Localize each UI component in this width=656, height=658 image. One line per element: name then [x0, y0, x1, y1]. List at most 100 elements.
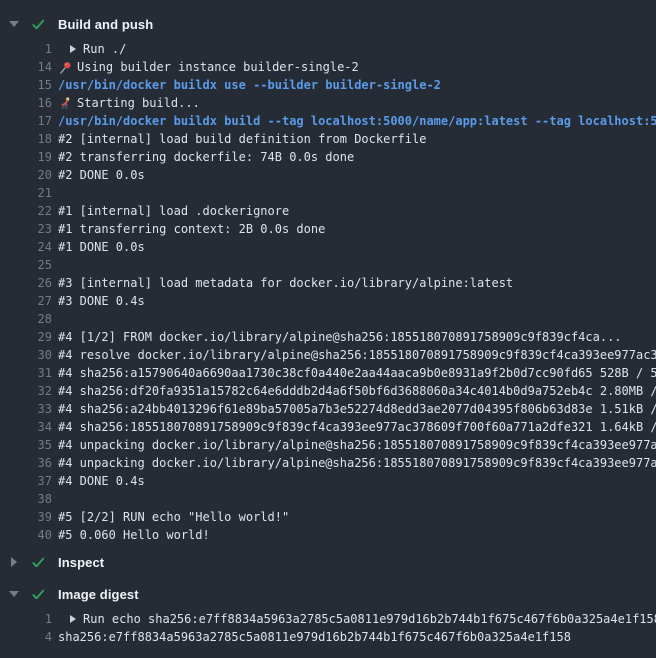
line-number[interactable]: 35 — [0, 436, 52, 454]
section-log-body: 1 Run ./ 14 Using builder instance build… — [0, 40, 656, 544]
line-number[interactable]: 1 — [0, 610, 52, 628]
line-number[interactable]: 36 — [0, 454, 52, 472]
log-line-text: #4 sha256:a15790640a6690aa1730c38cf0a440… — [58, 364, 656, 382]
log-line[interactable]: 39 #5 [2/2] RUN echo "Hello world!" — [0, 508, 656, 526]
line-number[interactable]: 16 — [0, 94, 52, 112]
line-number[interactable]: 27 — [0, 292, 52, 310]
check-icon — [30, 554, 46, 570]
log-line-string: Using builder instance builder-single-2 — [77, 58, 359, 76]
line-number[interactable]: 24 — [0, 238, 52, 256]
chevron-right-icon[interactable] — [8, 556, 20, 568]
log-line[interactable]: 28 — [0, 310, 656, 328]
play-icon[interactable] — [70, 615, 76, 623]
log-line-string: #4 resolve docker.io/library/alpine@sha2… — [58, 346, 656, 364]
log-line-string: #4 [1/2] FROM docker.io/library/alpine@s… — [58, 328, 622, 346]
log-line[interactable]: 31 #4 sha256:a15790640a6690aa1730c38cf0a… — [0, 364, 656, 382]
line-number[interactable]: 18 — [0, 130, 52, 148]
log-line[interactable]: 21 — [0, 184, 656, 202]
line-number[interactable]: 19 — [0, 148, 52, 166]
log-line-string: sha256:e7ff8834a5963a2785c5a0811e979d16b… — [58, 628, 571, 646]
log-line-text: #4 DONE 0.4s — [58, 472, 145, 490]
log-line-string: Starting build... — [77, 94, 200, 112]
log-line[interactable]: 35 #4 unpacking docker.io/library/alpine… — [0, 436, 656, 454]
log-line[interactable]: 22 #1 [internal] load .dockerignore — [0, 202, 656, 220]
line-number[interactable]: 30 — [0, 346, 52, 364]
line-number[interactable]: 28 — [0, 310, 52, 328]
line-number[interactable]: 22 — [0, 202, 52, 220]
log-line[interactable]: 29 #4 [1/2] FROM docker.io/library/alpin… — [0, 328, 656, 346]
log-line[interactable]: 40 #5 0.060 Hello world! — [0, 526, 656, 544]
play-icon[interactable] — [70, 45, 76, 53]
log-line-string: #2 [internal] load build definition from… — [58, 130, 426, 148]
log-line[interactable]: 23 #1 transferring context: 2B 0.0s done — [0, 220, 656, 238]
line-number[interactable]: 39 — [0, 508, 52, 526]
log-line[interactable]: 15 /usr/bin/docker buildx use --builder … — [0, 76, 656, 94]
log-line[interactable]: 36 #4 unpacking docker.io/library/alpine… — [0, 454, 656, 472]
log-line[interactable]: 25 — [0, 256, 656, 274]
line-number[interactable]: 17 — [0, 112, 52, 130]
log-line[interactable]: 17 /usr/bin/docker buildx build --tag lo… — [0, 112, 656, 130]
log-section-image-digest: Image digest 1 Run echo sha256:e7ff8834a… — [0, 582, 656, 646]
log-line[interactable]: 34 #4 sha256:185518070891758909c9f839cf4… — [0, 418, 656, 436]
log-line[interactable]: 37 #4 DONE 0.4s — [0, 472, 656, 490]
log-line-string: #3 DONE 0.4s — [58, 292, 145, 310]
line-number[interactable]: 15 — [0, 76, 52, 94]
log-line-text: #1 [internal] load .dockerignore — [58, 202, 289, 220]
log-line-string: #4 sha256:a24bb4013296f61e89ba57005a7b3e… — [58, 400, 656, 418]
line-number[interactable]: 1 — [0, 40, 52, 58]
line-number[interactable]: 31 — [0, 364, 52, 382]
check-icon — [30, 586, 46, 602]
line-number[interactable]: 21 — [0, 184, 52, 202]
log-line-string: Run ./ — [83, 40, 126, 58]
log-line-text: #1 transferring context: 2B 0.0s done — [58, 220, 325, 238]
line-number[interactable]: 37 — [0, 472, 52, 490]
section-header-image-digest[interactable]: Image digest — [0, 582, 656, 606]
line-number[interactable]: 23 — [0, 220, 52, 238]
chevron-down-icon[interactable] — [8, 588, 20, 600]
chevron-down-icon[interactable] — [8, 18, 20, 30]
log-line[interactable]: 27 #3 DONE 0.4s — [0, 292, 656, 310]
log-line[interactable]: 38 — [0, 490, 656, 508]
section-title: Build and push — [58, 17, 153, 32]
log-line[interactable]: 24 #1 DONE 0.0s — [0, 238, 656, 256]
line-number[interactable]: 34 — [0, 418, 52, 436]
line-number[interactable]: 33 — [0, 400, 52, 418]
log-line[interactable]: 19 #2 transferring dockerfile: 74B 0.0s … — [0, 148, 656, 166]
log-line[interactable]: 1 Run echo sha256:e7ff8834a5963a2785c5a0… — [0, 610, 656, 628]
section-title: Image digest — [58, 587, 139, 602]
section-header-inspect[interactable]: Inspect — [0, 550, 656, 574]
log-line-text: #4 [1/2] FROM docker.io/library/alpine@s… — [58, 328, 622, 346]
workflow-log-viewer: Build and push 1 Run ./ 14 Using builder… — [0, 0, 656, 658]
log-line[interactable]: 18 #2 [internal] load build definition f… — [0, 130, 656, 148]
line-number[interactable]: 14 — [0, 58, 52, 76]
log-line[interactable]: 30 #4 resolve docker.io/library/alpine@s… — [0, 346, 656, 364]
runner-icon — [58, 96, 72, 110]
section-header-build-and-push[interactable]: Build and push — [0, 12, 656, 36]
log-line-text: #4 sha256:185518070891758909c9f839cf4ca3… — [58, 418, 656, 436]
line-number[interactable]: 25 — [0, 256, 52, 274]
line-number[interactable]: 4 — [0, 628, 52, 646]
line-number[interactable]: 32 — [0, 382, 52, 400]
log-line-text: #4 sha256:a24bb4013296f61e89ba57005a7b3e… — [58, 400, 656, 418]
log-line-text: #3 DONE 0.4s — [58, 292, 145, 310]
log-line-string: Run echo sha256:e7ff8834a5963a2785c5a081… — [83, 610, 656, 628]
log-line-text: /usr/bin/docker buildx build --tag local… — [58, 112, 656, 130]
log-line-string: #1 [internal] load .dockerignore — [58, 202, 289, 220]
line-number[interactable]: 29 — [0, 328, 52, 346]
log-line[interactable]: 33 #4 sha256:a24bb4013296f61e89ba57005a7… — [0, 400, 656, 418]
pushpin-icon — [58, 60, 72, 74]
line-number[interactable]: 40 — [0, 526, 52, 544]
log-line-string: #4 unpacking docker.io/library/alpine@sh… — [58, 436, 656, 454]
log-line[interactable]: 32 #4 sha256:df20fa9351a15782c64e6dddb2d… — [0, 382, 656, 400]
line-number[interactable]: 26 — [0, 274, 52, 292]
line-number[interactable]: 38 — [0, 490, 52, 508]
log-line[interactable]: 20 #2 DONE 0.0s — [0, 166, 656, 184]
log-section-build-and-push: Build and push 1 Run ./ 14 Using builder… — [0, 12, 656, 544]
line-number[interactable]: 20 — [0, 166, 52, 184]
log-line[interactable]: 1 Run ./ — [0, 40, 656, 58]
log-line[interactable]: 16 Starting build... — [0, 94, 656, 112]
log-line-string: #4 sha256:a15790640a6690aa1730c38cf0a440… — [58, 364, 656, 382]
log-line[interactable]: 14 Using builder instance builder-single… — [0, 58, 656, 76]
log-line[interactable]: 4 sha256:e7ff8834a5963a2785c5a0811e979d1… — [0, 628, 656, 646]
log-line[interactable]: 26 #3 [internal] load metadata for docke… — [0, 274, 656, 292]
